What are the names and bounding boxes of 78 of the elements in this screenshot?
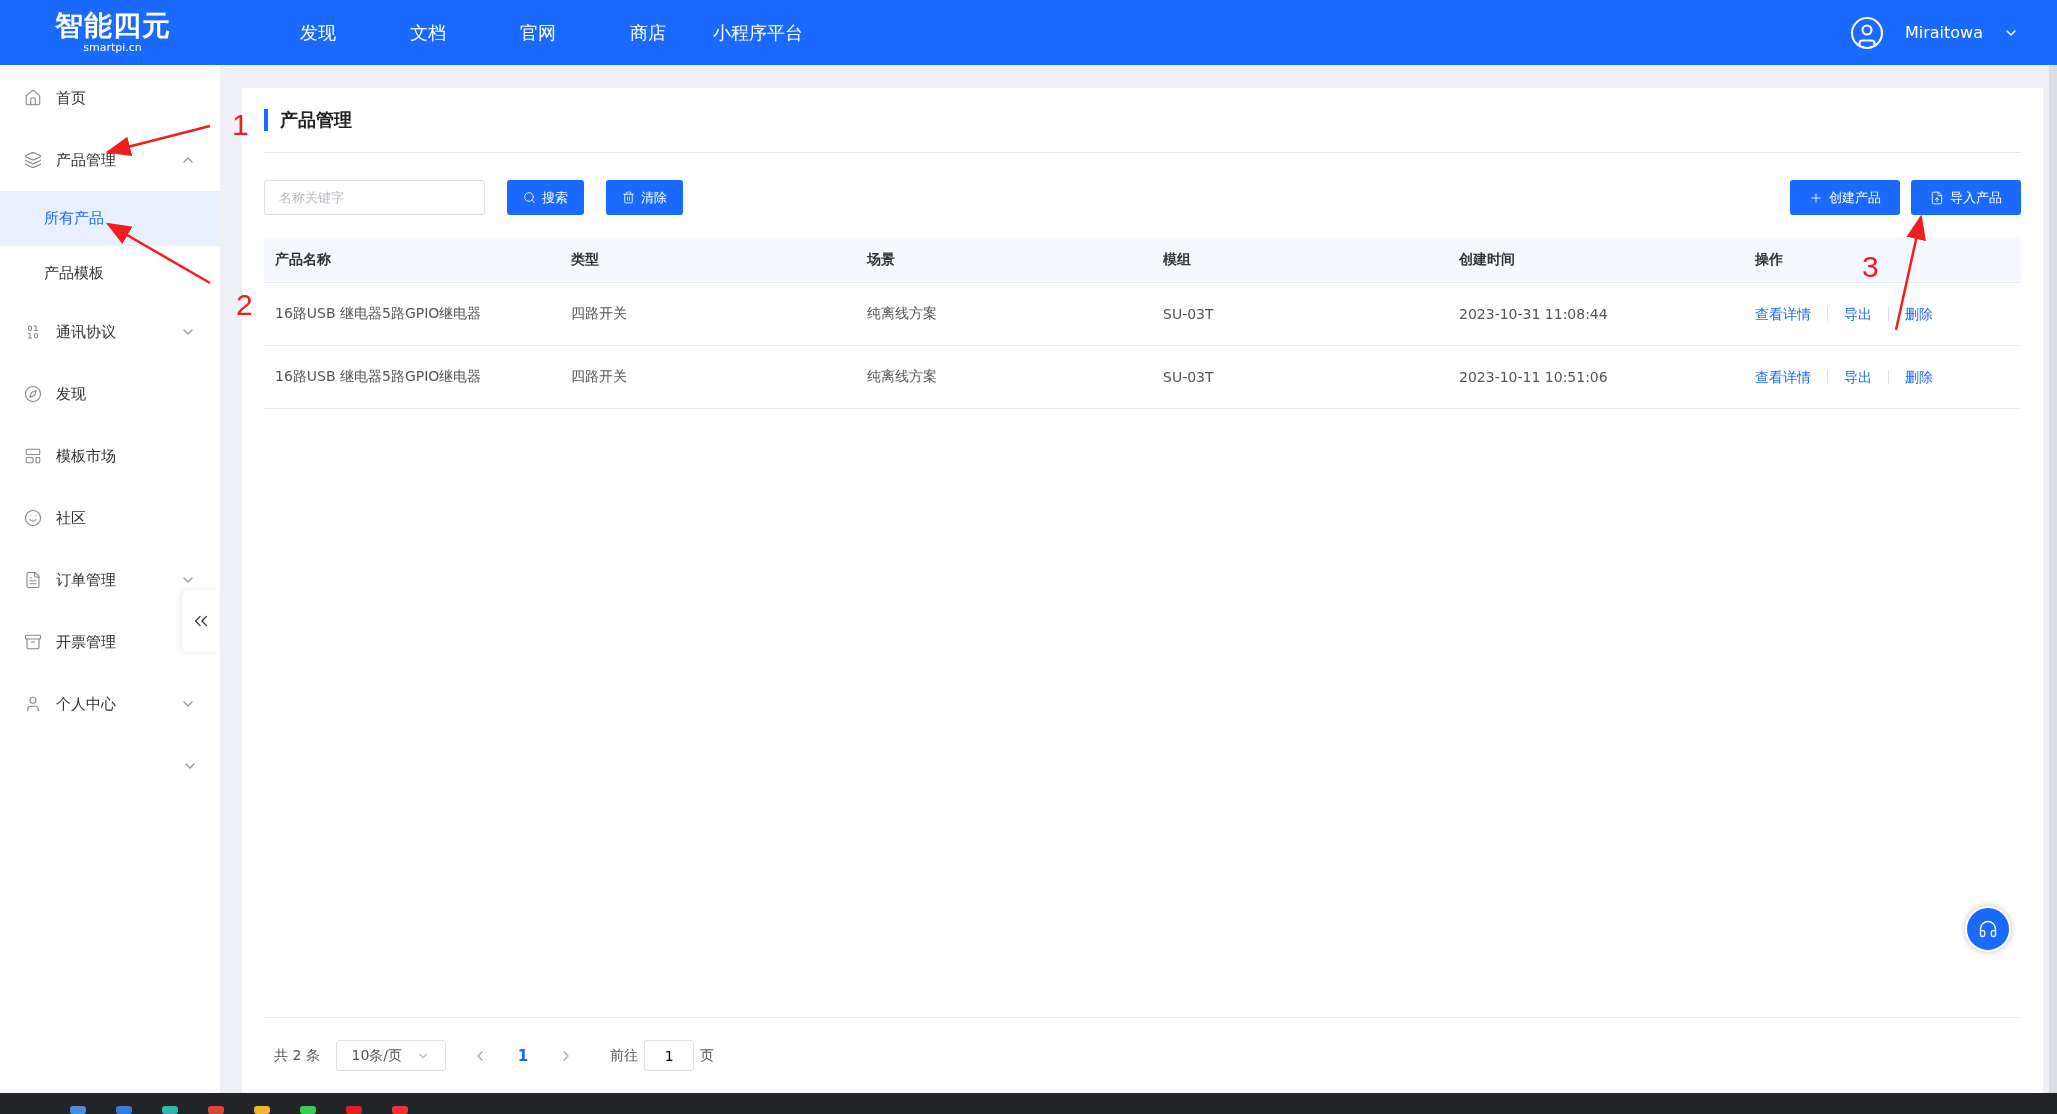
table-cell-text: SU-03T (1162, 369, 1215, 385)
table-cell-text: 纯离线方案 (866, 305, 938, 323)
app-icon[interactable] (346, 1106, 362, 1114)
avatar-icon[interactable] (1848, 14, 1885, 51)
column-header: 产品名称 (275, 250, 331, 269)
table-cell-text: 2023-10-31 11:08:44 (1458, 306, 1609, 322)
annotation-number: 3 (1862, 252, 1879, 282)
search-button[interactable]: 搜索 (507, 180, 584, 215)
action-link[interactable]: 删除 (1888, 370, 1949, 384)
search-icon (523, 191, 536, 204)
nav-link[interactable]: 商店 (593, 20, 703, 45)
action-link[interactable]: 导出 (1827, 307, 1888, 321)
app-icon[interactable] (162, 1106, 178, 1114)
plus-icon (1809, 190, 1823, 205)
smile-icon (24, 509, 42, 527)
total-count: 共 2 条 (274, 1046, 320, 1065)
document-icon (24, 571, 42, 589)
table-cell-text: 纯离线方案 (866, 368, 938, 386)
sidebar-item[interactable]: 社区 (0, 487, 180, 549)
sidebar-item[interactable]: 通讯协议 (0, 301, 220, 363)
app-icon[interactable] (208, 1106, 224, 1114)
app-icon[interactable] (254, 1106, 270, 1114)
column-header: 场景 (867, 250, 895, 269)
page-size-select[interactable]: 10条/页 (335, 1040, 446, 1071)
annotation-number: 1 (232, 110, 249, 140)
table-cell-text: SU-03T (1162, 306, 1215, 322)
page-number[interactable]: 1 (503, 1046, 543, 1065)
column-header: 类型 (571, 250, 599, 269)
action-link[interactable]: 查看详情 (1755, 307, 1827, 321)
table-cell-text: 2023-10-11 10:51:06 (1458, 369, 1609, 385)
trash-icon (622, 191, 635, 204)
headset-icon (1978, 919, 1998, 939)
layers-icon (24, 151, 42, 169)
clear-button[interactable]: 清除 (606, 180, 683, 215)
user-name[interactable]: Miraitowa (1904, 23, 1983, 42)
create-button[interactable]: 创建产品 (1790, 180, 1900, 215)
app-icon[interactable] (116, 1106, 132, 1114)
sidebar-item[interactable]: 开票管理 (0, 611, 180, 673)
search-field[interactable]: 名称关键字 (264, 180, 485, 215)
logo[interactable]: 智能四元 smartpi.cn (0, 11, 225, 54)
compass-icon (24, 385, 42, 403)
app-icon[interactable] (70, 1106, 86, 1114)
column-header: 操作 (1755, 250, 1783, 269)
page-input[interactable]: 1 (644, 1040, 695, 1071)
goto-label: 前往 (610, 1046, 639, 1065)
table-cell-text: 16路USB 继电器5路GPIO继电器 (274, 305, 483, 323)
user-icon (24, 695, 42, 713)
action-link[interactable]: 导出 (1827, 370, 1888, 384)
sidebar-item[interactable]: 发现 (0, 363, 180, 425)
column-header: 创建时间 (1459, 250, 1515, 269)
app-icon[interactable] (392, 1106, 408, 1114)
app-icon[interactable] (300, 1106, 316, 1114)
nav-link[interactable]: 发现 (263, 20, 373, 45)
page-suffix: 页 (700, 1046, 715, 1065)
sidebar-item[interactable]: 首页 (0, 67, 180, 129)
sidebar-item[interactable]: 订单管理 (0, 549, 220, 611)
nav-link[interactable]: 文档 (373, 20, 483, 45)
table-cell-text: 四路开关 (570, 305, 628, 323)
sidebar-subitem[interactable]: 产品模板 (0, 246, 220, 301)
archive-icon (24, 633, 42, 651)
table-cell-text: 16路USB 继电器5路GPIO继电器 (274, 368, 483, 386)
file-icon (1930, 190, 1944, 205)
table-cell-text: 四路开关 (570, 368, 628, 386)
nav-link[interactable]: 小程序平台 (703, 20, 813, 45)
home-icon (24, 89, 42, 107)
action-link[interactable]: 删除 (1888, 307, 1949, 321)
action-link[interactable]: 查看详情 (1755, 370, 1827, 384)
column-header: 模组 (1163, 250, 1191, 269)
nav-link[interactable]: 官网 (483, 20, 593, 45)
scrollbar[interactable] (2049, 65, 2057, 1093)
annotation-number: 2 (236, 290, 253, 320)
layout-icon (24, 447, 42, 465)
sidebar-item[interactable]: 产品管理 (0, 129, 220, 191)
import-button[interactable]: 导入产品 (1911, 180, 2021, 215)
sidebar-item[interactable]: 模板市场 (0, 425, 180, 487)
page-title: 产品管理 (264, 109, 352, 131)
sidebar-item[interactable]: 个人中心 (0, 673, 220, 735)
sidebar-subitem[interactable]: 所有产品 (0, 191, 220, 246)
